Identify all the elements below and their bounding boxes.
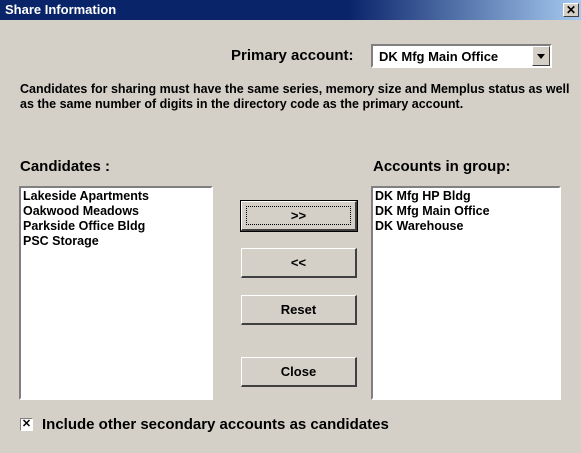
close-label: Close bbox=[280, 364, 317, 379]
share-information-dialog: Share Information ✕ Primary account: DK … bbox=[0, 0, 581, 453]
list-item[interactable]: Lakeside Apartments bbox=[23, 189, 209, 204]
candidates-label: Candidates : bbox=[20, 158, 111, 175]
primary-account-label: Primary account: bbox=[231, 47, 354, 64]
candidates-list[interactable]: Lakeside Apartments Oakwood Meadows Park… bbox=[19, 186, 213, 400]
accounts-in-group-label: Accounts in group: bbox=[373, 158, 511, 175]
focus-rect bbox=[246, 206, 351, 225]
list-item[interactable]: DK Mfg HP Bldg bbox=[375, 189, 557, 204]
include-secondary-label[interactable]: Include other secondary accounts as cand… bbox=[42, 416, 389, 433]
reset-label: Reset bbox=[280, 302, 317, 317]
list-item[interactable]: Oakwood Meadows bbox=[23, 204, 209, 219]
primary-account-value: DK Mfg Main Office bbox=[379, 49, 499, 64]
accounts-in-group-list[interactable]: DK Mfg HP Bldg DK Mfg Main Office DK War… bbox=[371, 186, 561, 400]
close-icon: ✕ bbox=[565, 3, 577, 17]
remove-from-group-button[interactable]: << bbox=[241, 248, 357, 278]
primary-account-dropdown[interactable]: DK Mfg Main Office bbox=[371, 44, 552, 68]
include-secondary-checkbox[interactable]: ✕ bbox=[20, 418, 33, 431]
list-item[interactable]: DK Mfg Main Office bbox=[375, 204, 557, 219]
dropdown-arrow-button[interactable] bbox=[532, 46, 550, 66]
reset-button[interactable]: Reset bbox=[241, 295, 357, 325]
sharing-description: Candidates for sharing must have the sam… bbox=[20, 82, 570, 111]
add-to-group-button[interactable]: >> bbox=[240, 200, 358, 232]
remove-from-group-label: << bbox=[290, 255, 307, 270]
close-button[interactable]: Close bbox=[241, 357, 357, 387]
chevron-down-icon bbox=[537, 54, 545, 59]
title-bar: Share Information ✕ bbox=[0, 0, 581, 20]
close-window-button[interactable]: ✕ bbox=[563, 3, 579, 17]
checkmark-icon: ✕ bbox=[21, 418, 32, 430]
window-title: Share Information bbox=[5, 2, 117, 17]
list-item[interactable]: Parkside Office Bldg bbox=[23, 219, 209, 234]
list-item[interactable]: DK Warehouse bbox=[375, 219, 557, 234]
list-item[interactable]: PSC Storage bbox=[23, 234, 209, 249]
